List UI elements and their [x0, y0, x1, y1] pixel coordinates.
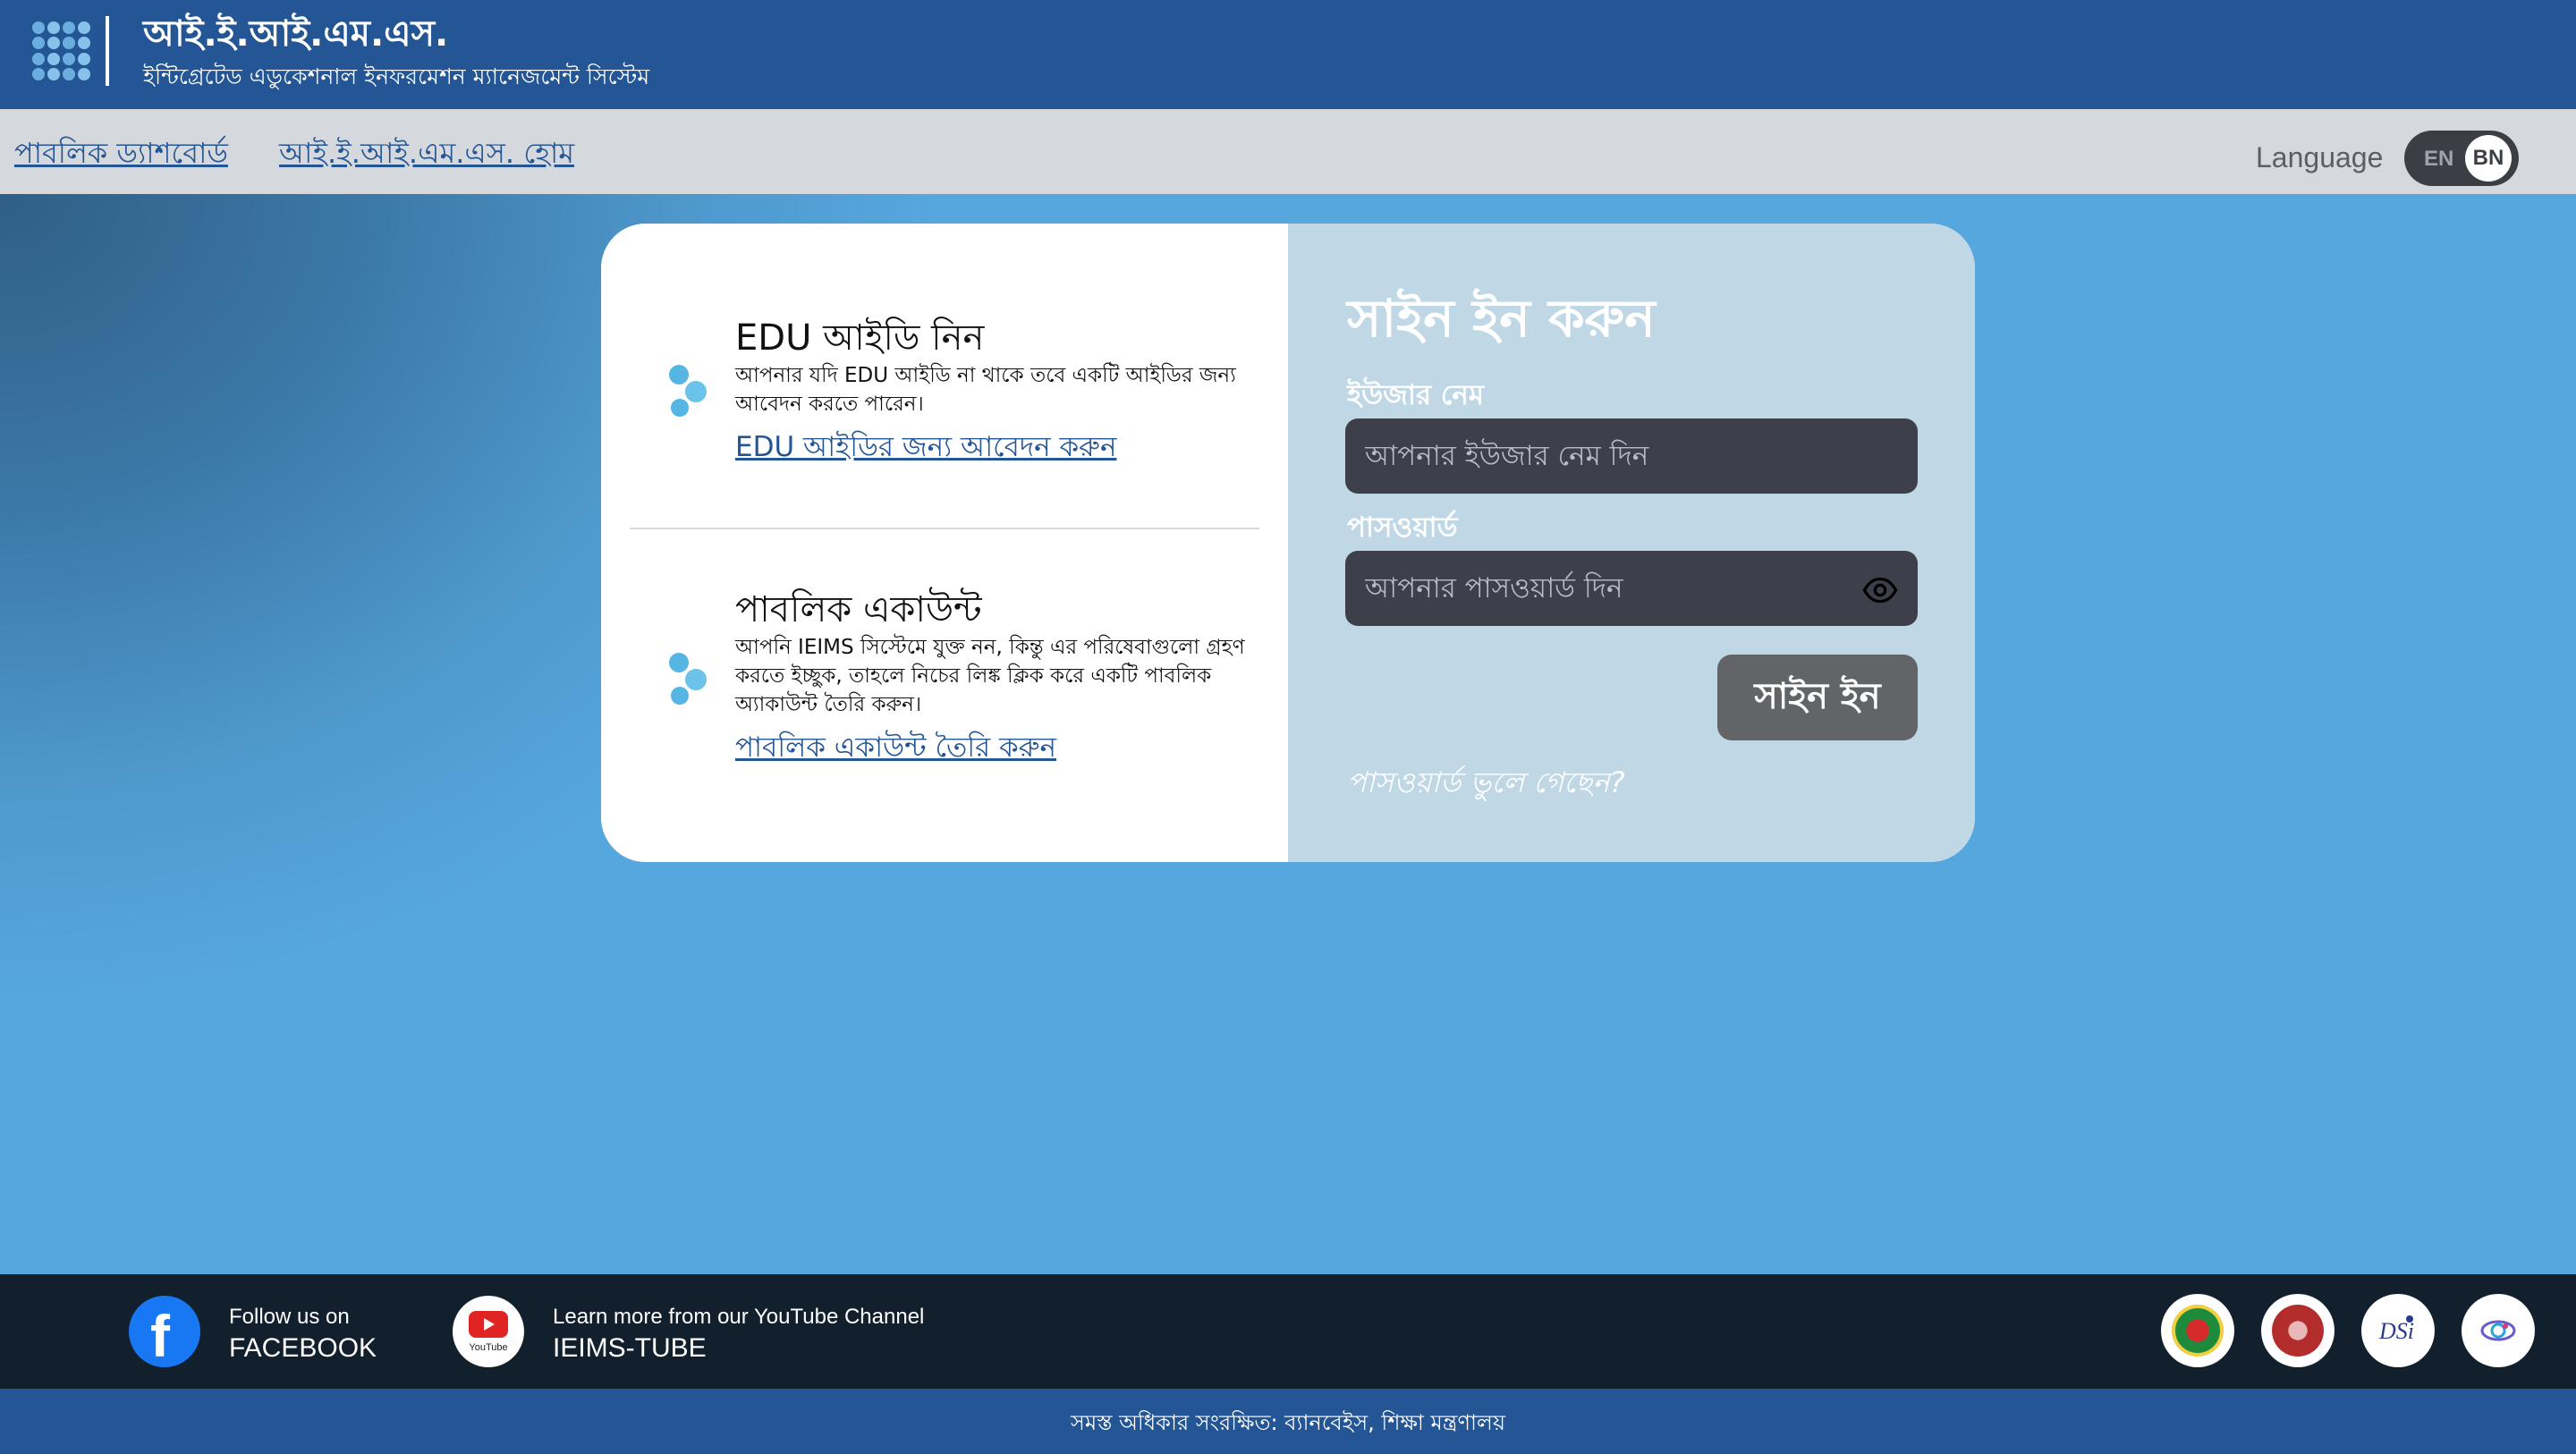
username-input[interactable] — [1345, 418, 1918, 494]
language-toggle[interactable]: EN BN — [2404, 131, 2519, 186]
e-governance-logo-icon[interactable] — [2462, 1294, 2535, 1367]
password-label: পাসওয়ার্ড — [1347, 511, 1458, 544]
app-logo-icon — [32, 21, 91, 80]
app-title: আই.ই.আই.এম.এস. — [143, 13, 449, 55]
language-option-en[interactable]: EN — [2424, 147, 2453, 172]
facebook-link[interactable]: FACEBOOK — [229, 1333, 377, 1364]
eye-icon[interactable] — [1862, 572, 1898, 608]
government-seal-icon[interactable] — [2161, 1294, 2234, 1367]
header-divider — [106, 16, 109, 86]
nav-link-ieims-home[interactable]: আই.ই.আই.এম.এস. হোম — [279, 131, 574, 179]
youtube-icon[interactable]: YouTube — [453, 1296, 524, 1367]
banbeis-emblem-icon[interactable] — [2261, 1294, 2334, 1367]
youtube-learn-text: Learn more from our YouTube Channel — [553, 1305, 925, 1329]
youtube-channel-link[interactable]: IEIMS-TUBE — [553, 1333, 707, 1364]
signin-button[interactable]: সাইন ইন — [1717, 655, 1918, 740]
password-input[interactable] — [1345, 551, 1918, 626]
facebook-icon[interactable]: f — [129, 1296, 200, 1367]
copyright-text: সমস্ত অধিকার সংরক্ষিত: ব্যানবেইস, শিক্ষা… — [1071, 1410, 1505, 1435]
signin-form: সাইন ইন করুন ইউজার নেম পাসওয়ার্ড সাইন ই… — [601, 224, 1975, 862]
username-label: ইউজার নেম — [1347, 379, 1485, 411]
copyright-bar: সমস্ত অধিকার সংরক্ষিত: ব্যানবেইস, শিক্ষা… — [0, 1389, 2576, 1454]
language-option-bn[interactable]: BN — [2465, 135, 2512, 182]
footer: f Follow us on FACEBOOK YouTube Learn mo… — [0, 1274, 2576, 1389]
nav-link-public-dashboard[interactable]: পাবলিক ড্যাশবোর্ড — [14, 131, 228, 179]
signin-title: সাইন ইন করুন — [1347, 288, 1656, 349]
forgot-password-link[interactable]: পাসওয়ার্ড ভুলে গেছেন? — [1347, 760, 1625, 808]
app-subtitle: ইন্টিগ্রেটেড এডুকেশনাল ইনফরমেশন ম্যানেজম… — [143, 63, 650, 89]
app-header: আই.ই.আই.এম.এস. ইন্টিগ্রেটেড এডুকেশনাল ইন… — [0, 0, 2576, 109]
dsi-logo-icon[interactable]: DSi — [2361, 1294, 2435, 1367]
nav-bar: পাবলিক ড্যাশবোর্ড আই.ই.আই.এম.এস. হোম Lan… — [0, 109, 2576, 194]
facebook-follow-text: Follow us on — [229, 1305, 350, 1329]
youtube-icon-label: YouTube — [469, 1342, 508, 1353]
language-label: Language — [2256, 141, 2384, 173]
